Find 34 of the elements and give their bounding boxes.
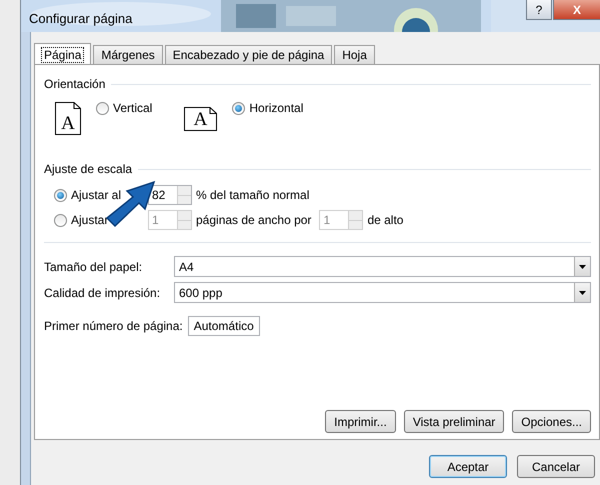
tab[interactable]: Márgenes	[93, 45, 163, 64]
dialog-button[interactable]: Vista preliminar	[404, 410, 504, 433]
radio-option[interactable]: Horizontal	[232, 99, 304, 117]
group-label: Ajuste de escala	[44, 161, 132, 178]
tab[interactable]: Página	[34, 43, 92, 65]
page-number-field[interactable]: Automático	[188, 316, 260, 336]
group-label: Orientación	[44, 76, 106, 93]
dialog-button[interactable]: Cancelar	[517, 455, 595, 478]
dialog-button[interactable]: Opciones...	[512, 410, 591, 433]
radio-button[interactable]	[96, 102, 109, 114]
unit-label: % del tamaño normal	[196, 187, 310, 204]
tab[interactable]: Encabezado y pie de página	[164, 45, 332, 64]
window-title: Configurar página	[29, 10, 132, 28]
radio-button[interactable]	[232, 102, 246, 114]
tab[interactable]: Hoja	[334, 45, 375, 64]
scale-field[interactable]: 82	[148, 185, 192, 205]
landscape-page-icon: A	[184, 107, 218, 131]
unit-label: de alto	[367, 212, 404, 229]
help-button[interactable]: ?	[526, 0, 552, 20]
field-label: Primer número de página:	[44, 318, 183, 335]
caret-icon	[579, 290, 586, 294]
dialog-button[interactable]: Imprimir...	[325, 410, 396, 433]
radio-option[interactable]: Vertical	[96, 99, 152, 117]
unit-label: páginas de ancho por	[196, 212, 312, 229]
option-label: Ajustar al	[71, 187, 122, 204]
portrait-page-icon: A	[55, 102, 81, 135]
field-label: Tamaño del papel:	[44, 258, 144, 276]
field-label: Calidad de impresión:	[44, 284, 162, 302]
caret-icon	[579, 264, 586, 268]
radio-button[interactable]	[54, 188, 67, 202]
option-label: Ajustar	[71, 212, 110, 229]
dropdown-field[interactable]: A4	[174, 256, 591, 277]
dropdown-field[interactable]: 600 ppp	[174, 282, 591, 303]
default-button[interactable]: Aceptar	[429, 455, 507, 478]
